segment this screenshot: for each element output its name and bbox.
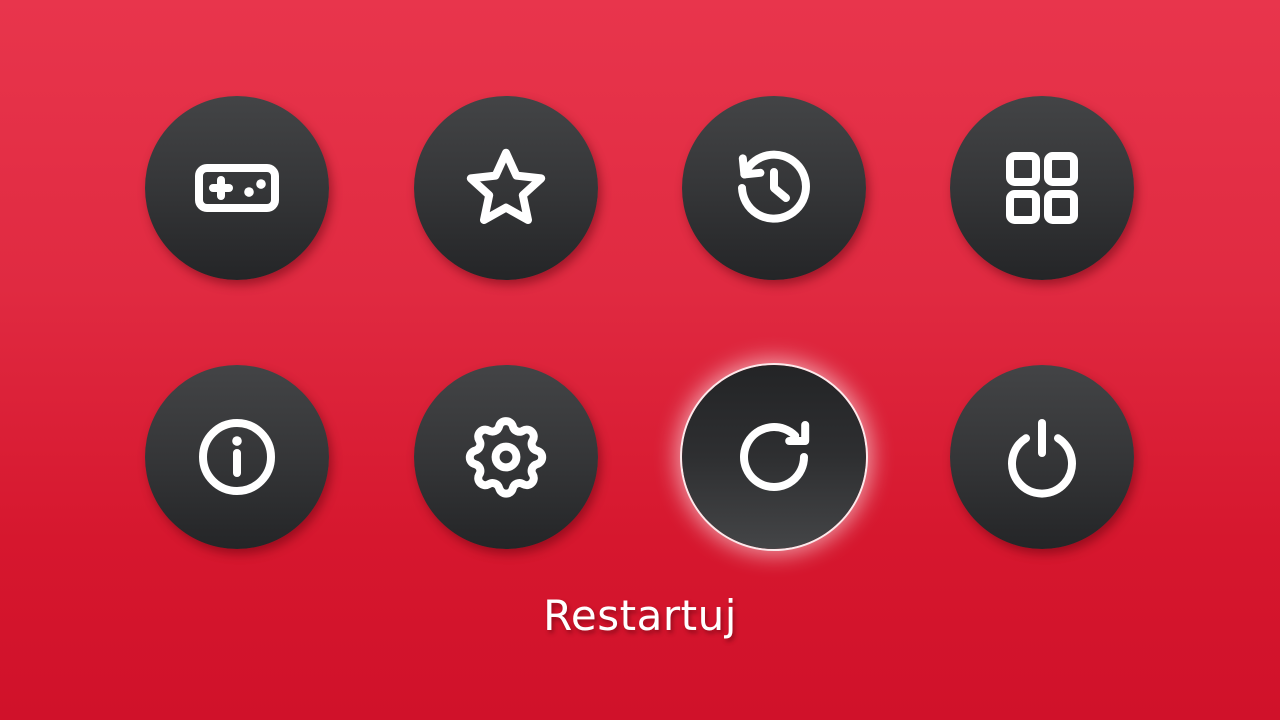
history-button[interactable] (682, 96, 866, 280)
history-icon (738, 150, 810, 223)
star-icon (466, 148, 546, 224)
apps-button[interactable] (950, 96, 1134, 280)
grid-icon (1006, 152, 1078, 224)
games-button[interactable] (145, 96, 329, 280)
restart-icon (740, 421, 810, 491)
power-icon (1008, 419, 1076, 498)
favorites-button[interactable] (414, 96, 598, 280)
settings-button[interactable] (414, 365, 598, 549)
info-icon (199, 419, 275, 495)
power-button[interactable] (950, 365, 1134, 549)
main-menu: Restartuj (0, 0, 1280, 720)
restart-button[interactable] (682, 365, 866, 549)
selected-item-label: Restartuj (543, 591, 737, 640)
info-button[interactable] (145, 365, 329, 549)
gamepad-icon (195, 164, 279, 212)
gear-icon (465, 417, 547, 498)
